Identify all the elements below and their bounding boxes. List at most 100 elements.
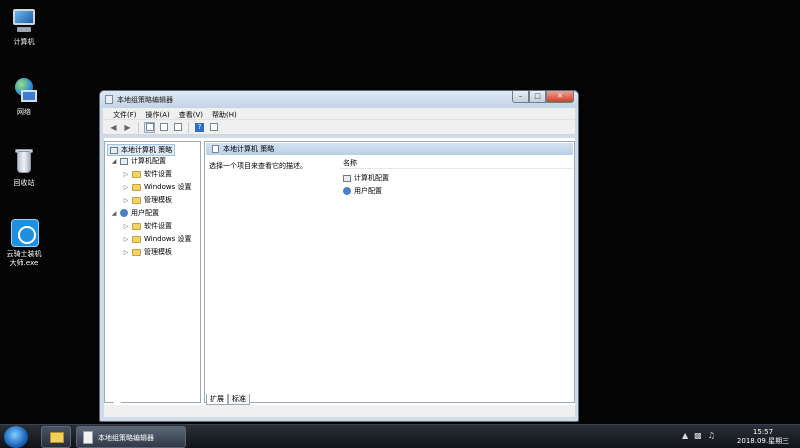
tree-node-admin-templates[interactable]: ▷ 管理模板 xyxy=(123,195,172,205)
tree-node-admin-templates[interactable]: ▷ 管理模板 xyxy=(123,247,172,257)
gpedit-app-icon xyxy=(83,431,93,444)
view-tabs: 扩展 标准 xyxy=(206,394,250,405)
tree-node-label: 管理模板 xyxy=(144,248,172,256)
policy-icon xyxy=(212,145,219,153)
show-tree-icon[interactable] xyxy=(144,121,155,133)
maximize-button[interactable]: □ xyxy=(529,91,546,103)
minimize-button[interactable]: – xyxy=(512,91,529,103)
taskbar-explorer-button[interactable] xyxy=(41,426,71,448)
folder-icon xyxy=(50,432,64,443)
volume-icon[interactable]: ♫ xyxy=(708,431,715,440)
taskbar-gpedit-button[interactable]: 本地组策略编辑器 xyxy=(76,426,186,448)
folder-icon xyxy=(132,170,141,178)
desktop-icon-recycle-bin[interactable]: 回收站 xyxy=(2,147,46,188)
computer-icon xyxy=(9,6,39,36)
desktop-icon-computer[interactable]: 计算机 xyxy=(2,6,46,47)
expand-arrow-icon[interactable]: ▷ xyxy=(123,236,129,243)
toolbar-divider xyxy=(188,121,189,133)
computer-config-icon xyxy=(120,157,128,165)
column-header-name[interactable]: 名称 xyxy=(340,158,573,169)
user-config-icon xyxy=(120,209,128,217)
tree-node-windows-settings[interactable]: ▷ Windows 设置 xyxy=(123,182,192,192)
toolbar-divider xyxy=(138,121,139,133)
computer-config-icon xyxy=(343,174,351,182)
tree-node-label: 软件设置 xyxy=(144,222,172,230)
tab-extended[interactable]: 扩展 xyxy=(206,394,228,405)
details-header-title: 本地计算机 策略 xyxy=(223,145,275,153)
recycle-bin-icon xyxy=(9,147,39,177)
menu-bar: 文件(F) 操作(A) 查看(V) 帮助(H) xyxy=(103,108,575,120)
forward-arrow-icon[interactable]: ▶ xyxy=(122,122,133,133)
tab-standard[interactable]: 标准 xyxy=(228,394,250,405)
tree-pane: 本地计算机 策略 ◢ 计算机配置 ▷ 软件设置 ▷ Windows 设置 ▷ 管… xyxy=(104,141,201,403)
user-config-icon xyxy=(343,187,351,195)
tree-node-windows-settings[interactable]: ▷ Windows 设置 xyxy=(123,234,192,244)
clock-date: 2018.09.星期三 xyxy=(736,437,790,445)
tree-node-software-settings[interactable]: ▷ 软件设置 xyxy=(123,169,172,179)
expand-arrow-icon[interactable]: ▷ xyxy=(123,171,129,178)
policy-icon xyxy=(110,146,118,154)
status-bar xyxy=(104,405,575,417)
folder-icon xyxy=(132,222,141,230)
content-area: 本地计算机 策略 ◢ 计算机配置 ▷ 软件设置 ▷ Windows 设置 ▷ 管… xyxy=(104,138,575,417)
expand-arrow-icon[interactable]: ▷ xyxy=(123,249,129,256)
app-icon xyxy=(9,218,39,248)
network-icon xyxy=(9,76,39,106)
desktop-icon-label: 计算机 xyxy=(13,38,35,46)
tree-node-label: 本地计算机 策略 xyxy=(121,146,173,154)
system-tray: ▲ ▩ ♫ xyxy=(682,431,715,440)
desktop-icon-label: 网络 xyxy=(17,108,31,116)
back-arrow-icon[interactable]: ◀ xyxy=(108,122,119,133)
desktop-icon-label: 云骑士装机 大师.exe xyxy=(6,250,42,267)
list-item-label: 用户配置 xyxy=(354,187,382,195)
tree-node-label: Windows 设置 xyxy=(144,235,192,243)
help-icon[interactable]: ? xyxy=(194,122,205,133)
folder-icon xyxy=(132,235,141,243)
details-view-icon[interactable] xyxy=(208,122,219,133)
taskbar-app-label: 本地组策略编辑器 xyxy=(98,434,154,442)
start-button[interactable] xyxy=(4,426,28,448)
close-button[interactable]: ✕ xyxy=(546,91,574,103)
desktop-icon-network[interactable]: 网络 xyxy=(2,76,46,117)
menu-view[interactable]: 查看(V) xyxy=(175,108,208,119)
collapse-arrow-icon[interactable]: ◢ xyxy=(111,210,117,217)
gpedit-app-icon xyxy=(105,95,113,104)
menu-file[interactable]: 文件(F) xyxy=(109,108,142,119)
desktop-icon-label: 回收站 xyxy=(13,179,35,187)
properties-icon[interactable] xyxy=(158,122,169,133)
expand-arrow-icon[interactable]: ▷ xyxy=(123,197,129,204)
tree-node-root[interactable]: 本地计算机 策略 xyxy=(107,144,176,156)
details-pane: 本地计算机 策略 选择一个项目来查看它的描述。 名称 计算机配置 用户配置 xyxy=(204,141,575,403)
clock[interactable]: 15:57 2018.09.星期三 xyxy=(733,428,793,446)
window-title: 本地组策略编辑器 xyxy=(117,96,173,104)
tree-node-label: 管理模板 xyxy=(144,196,172,204)
tray-arrow-icon[interactable]: ▲ xyxy=(682,431,688,440)
title-bar[interactable]: 本地组策略编辑器 – □ ✕ xyxy=(100,91,578,108)
clock-time: 15:57 xyxy=(752,428,774,436)
folder-icon xyxy=(132,196,141,204)
toolbar: ◀ ▶ ? xyxy=(103,120,575,135)
folder-icon xyxy=(132,248,141,256)
tree-node-label: Windows 设置 xyxy=(144,183,192,191)
list-item-label: 计算机配置 xyxy=(354,174,389,182)
export-list-icon[interactable] xyxy=(172,122,183,133)
menu-help[interactable]: 帮助(H) xyxy=(208,108,242,119)
desktop-icon-app[interactable]: 云骑士装机 大师.exe xyxy=(2,218,46,268)
network-status-icon[interactable]: ▩ xyxy=(694,431,702,440)
details-header: 本地计算机 策略 xyxy=(206,143,573,155)
list-item-computer-config[interactable]: 计算机配置 xyxy=(343,173,389,183)
collapse-arrow-icon[interactable]: ◢ xyxy=(111,158,117,165)
tree-node-software-settings[interactable]: ▷ 软件设置 xyxy=(123,221,172,231)
tree-node-label: 计算机配置 xyxy=(131,157,166,165)
expand-arrow-icon[interactable]: ▷ xyxy=(123,184,129,191)
expand-arrow-icon[interactable]: ▷ xyxy=(123,223,129,230)
tree-node-user-config[interactable]: ◢ 用户配置 xyxy=(111,208,159,218)
description-text: 选择一个项目来查看它的描述。 xyxy=(209,162,307,170)
gpedit-window: 本地组策略编辑器 – □ ✕ 文件(F) 操作(A) 查看(V) 帮助(H) ◀… xyxy=(99,90,579,422)
tree-node-label: 软件设置 xyxy=(144,170,172,178)
tree-node-computer-config[interactable]: ◢ 计算机配置 xyxy=(111,156,166,166)
tree-node-label: 用户配置 xyxy=(131,209,159,217)
menu-action[interactable]: 操作(A) xyxy=(142,108,175,119)
taskbar: 本地组策略编辑器 ▲ ▩ ♫ 15:57 2018.09.星期三 xyxy=(0,424,800,448)
list-item-user-config[interactable]: 用户配置 xyxy=(343,186,382,196)
